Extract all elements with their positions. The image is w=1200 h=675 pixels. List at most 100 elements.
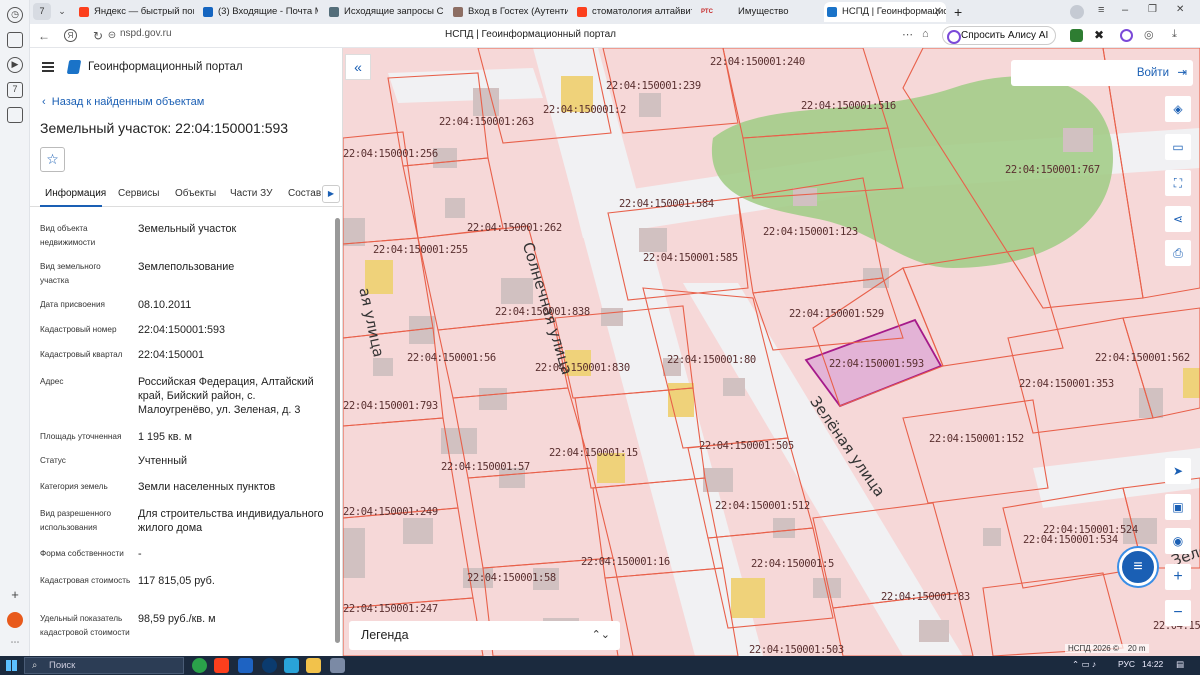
yandex-app-icon[interactable] [214, 658, 229, 673]
collapse-panel-button[interactable]: « [345, 54, 371, 80]
ask-alice-button[interactable]: Спросить Алису AI [942, 26, 1057, 45]
tab-objects[interactable]: Объекты [175, 188, 216, 199]
parcel-label[interactable]: 22:04:150001:353 [1019, 378, 1114, 390]
notifications-icon[interactable]: ▤ [1176, 659, 1184, 670]
history-icon[interactable]: ◷ [7, 7, 23, 23]
cadastral-map[interactable]: Солнечная улица Зелёная улица ая улица З… [343, 48, 1200, 656]
extension-icon[interactable] [1070, 29, 1083, 42]
add-icon[interactable]: + [7, 588, 23, 604]
parcel-label[interactable]: 22:04:150001:240 [710, 56, 805, 68]
app-icon[interactable] [192, 658, 207, 673]
window-close-icon[interactable]: ✕ [1176, 4, 1184, 15]
ruler-icon[interactable]: ▭ [1165, 134, 1191, 160]
close-icon[interactable]: ✕ [934, 2, 942, 22]
language-indicator[interactable]: РУС [1118, 659, 1135, 669]
downloads-icon[interactable] [7, 107, 23, 123]
tab-nspd[interactable]: НСПД | Геоинформацис ✕ [824, 2, 946, 22]
clock[interactable]: 14:22 [1142, 659, 1163, 669]
bookmark-icon[interactable]: ⌂ [922, 28, 929, 40]
parcel-label[interactable]: 22:04:150001:249 [343, 506, 438, 518]
tab-mail[interactable]: (3) Входящие - Почта Ма [200, 2, 318, 22]
parcel-label[interactable]: 22:04:150001:529 [789, 308, 884, 320]
area-select-icon[interactable]: ⛶ [1165, 170, 1191, 196]
mail-app-icon[interactable] [238, 658, 253, 673]
parcel-label[interactable]: 22:04:150001:123 [763, 226, 858, 238]
download-icon[interactable]: ⤓ [1172, 28, 1177, 41]
new-tab-button[interactable]: + [950, 2, 970, 22]
taskbar-search[interactable]: Поиск [24, 657, 184, 674]
tools-icon[interactable]: ✖ [1094, 28, 1104, 42]
counter-icon[interactable]: 7 [7, 82, 23, 98]
parcel-label[interactable]: 22:04:150001:80 [667, 354, 756, 366]
parcel-label[interactable]: 22:04:150001:767 [1005, 164, 1100, 176]
tab-requests[interactable]: Исходящие запросы СМ [326, 2, 444, 22]
hamburger-menu-icon[interactable] [42, 62, 54, 72]
parcel-label[interactable]: 22:04:150001:838 [495, 306, 590, 318]
parcel-label[interactable]: 22:04:150001:58 [467, 572, 556, 584]
parcel-label[interactable]: 22:04:150001:255 [373, 244, 468, 256]
parcel-label[interactable]: 22:04:150001:15 [549, 447, 638, 459]
files-app-icon[interactable] [306, 658, 321, 673]
parcel-label[interactable]: 22:04:150001:5 [751, 558, 834, 570]
menu-icon[interactable]: ≡ [1098, 4, 1104, 16]
zoom-out-button[interactable]: − [1165, 600, 1191, 626]
more-dots-icon[interactable]: ⋯ [902, 28, 913, 41]
parcel-label[interactable]: 22:04:150001:562 [1095, 352, 1190, 364]
share-icon[interactable]: ⋖ [1165, 206, 1191, 232]
print-icon[interactable]: ⎙ [1165, 240, 1191, 266]
parcel-label[interactable]: 22:04:150001:516 [801, 100, 896, 112]
tab-parts[interactable]: Части ЗУ [230, 188, 272, 199]
collections-icon[interactable] [7, 32, 23, 48]
parcel-label[interactable]: 22:04:150001:262 [467, 222, 562, 234]
yandex-browser-icon[interactable]: Я [64, 29, 77, 42]
parcel-label[interactable]: 22:04:150001:793 [343, 400, 438, 412]
browser-app-icon[interactable] [330, 658, 345, 673]
parcel-label[interactable]: 22:04:150001:56 [407, 352, 496, 364]
tab-services[interactable]: Сервисы [118, 188, 159, 199]
profile-avatar[interactable] [1070, 5, 1084, 19]
telegram-app-icon[interactable] [284, 658, 299, 673]
zoom-in-button[interactable]: + [1165, 564, 1191, 590]
minimap-icon[interactable]: ▣ [1165, 494, 1191, 520]
tab-gostech[interactable]: Вход в Гостех (Аутентиф [450, 2, 568, 22]
parcel-label[interactable]: 22:04:150001:256 [343, 148, 438, 160]
parcel-label[interactable]: 22:04:150001:2 [543, 104, 626, 116]
parcel-label[interactable]: 22:04:150001:534 [1023, 534, 1118, 546]
parcel-label[interactable]: 22:04:150001:585 [643, 252, 738, 264]
tab-counter[interactable]: 7 [33, 3, 51, 20]
chat-icon[interactable]: ≡ [1119, 548, 1157, 586]
tab-property[interactable]: РТС Имущество [698, 2, 816, 22]
minimize-icon[interactable]: – [1122, 4, 1128, 16]
parcel-label[interactable]: 22:04:150001:830 [535, 362, 630, 374]
tab-composition[interactable]: Состав [288, 188, 321, 199]
favorite-star-icon[interactable]: ☆ [40, 147, 65, 172]
locate-icon[interactable]: ◉ [1165, 528, 1191, 554]
parcel-label[interactable]: 22:04:150001:505 [699, 440, 794, 452]
login-button[interactable]: Войти [1011, 60, 1193, 86]
expand-icon[interactable]: ⌃⌄ [592, 621, 610, 650]
parcel-label[interactable]: 22:04:150001:57 [441, 461, 530, 473]
steam-app-icon[interactable] [262, 658, 277, 673]
tab-yandex[interactable]: Яндекс — быстрый поиск [76, 2, 194, 22]
parcel-label[interactable]: 22:04:150001:16 [581, 556, 670, 568]
parcel-label[interactable]: 22:04:150001:239 [606, 80, 701, 92]
parcel-label[interactable]: 22:04:150001:152 [929, 433, 1024, 445]
legend-panel[interactable]: Легенда ⌃⌄ [349, 621, 620, 650]
parcel-label[interactable]: 22:04:150001:83 [881, 591, 970, 603]
parcel-label[interactable]: 22:04:150001:503 [749, 644, 844, 656]
back-arrow-icon[interactable]: ← [36, 28, 52, 44]
url-field[interactable]: nspd.gov.ru [120, 28, 172, 39]
tray-icons[interactable]: ⌃ ▭ ♪ [1072, 659, 1096, 670]
chevron-right-icon[interactable]: ▶ [322, 185, 340, 203]
maximize-icon[interactable]: ❐ [1148, 4, 1157, 15]
back-to-results-link[interactable]: ‹ Назад к найденным объектам [42, 96, 204, 108]
windows-start-icon[interactable] [6, 660, 17, 671]
tab-information[interactable]: Информация [45, 188, 106, 199]
more-icon[interactable]: ⋯ [7, 636, 23, 652]
camera-icon[interactable]: ◎ [1144, 28, 1154, 41]
parcel-label[interactable]: 22:04:150001:512 [715, 500, 810, 512]
alice-icon[interactable] [1120, 29, 1133, 42]
parcel-label[interactable]: 22:04:150001:584 [619, 198, 714, 210]
parcel-label-selected[interactable]: 22:04:150001:593 [829, 358, 924, 370]
panel-scrollbar[interactable] [335, 218, 340, 643]
